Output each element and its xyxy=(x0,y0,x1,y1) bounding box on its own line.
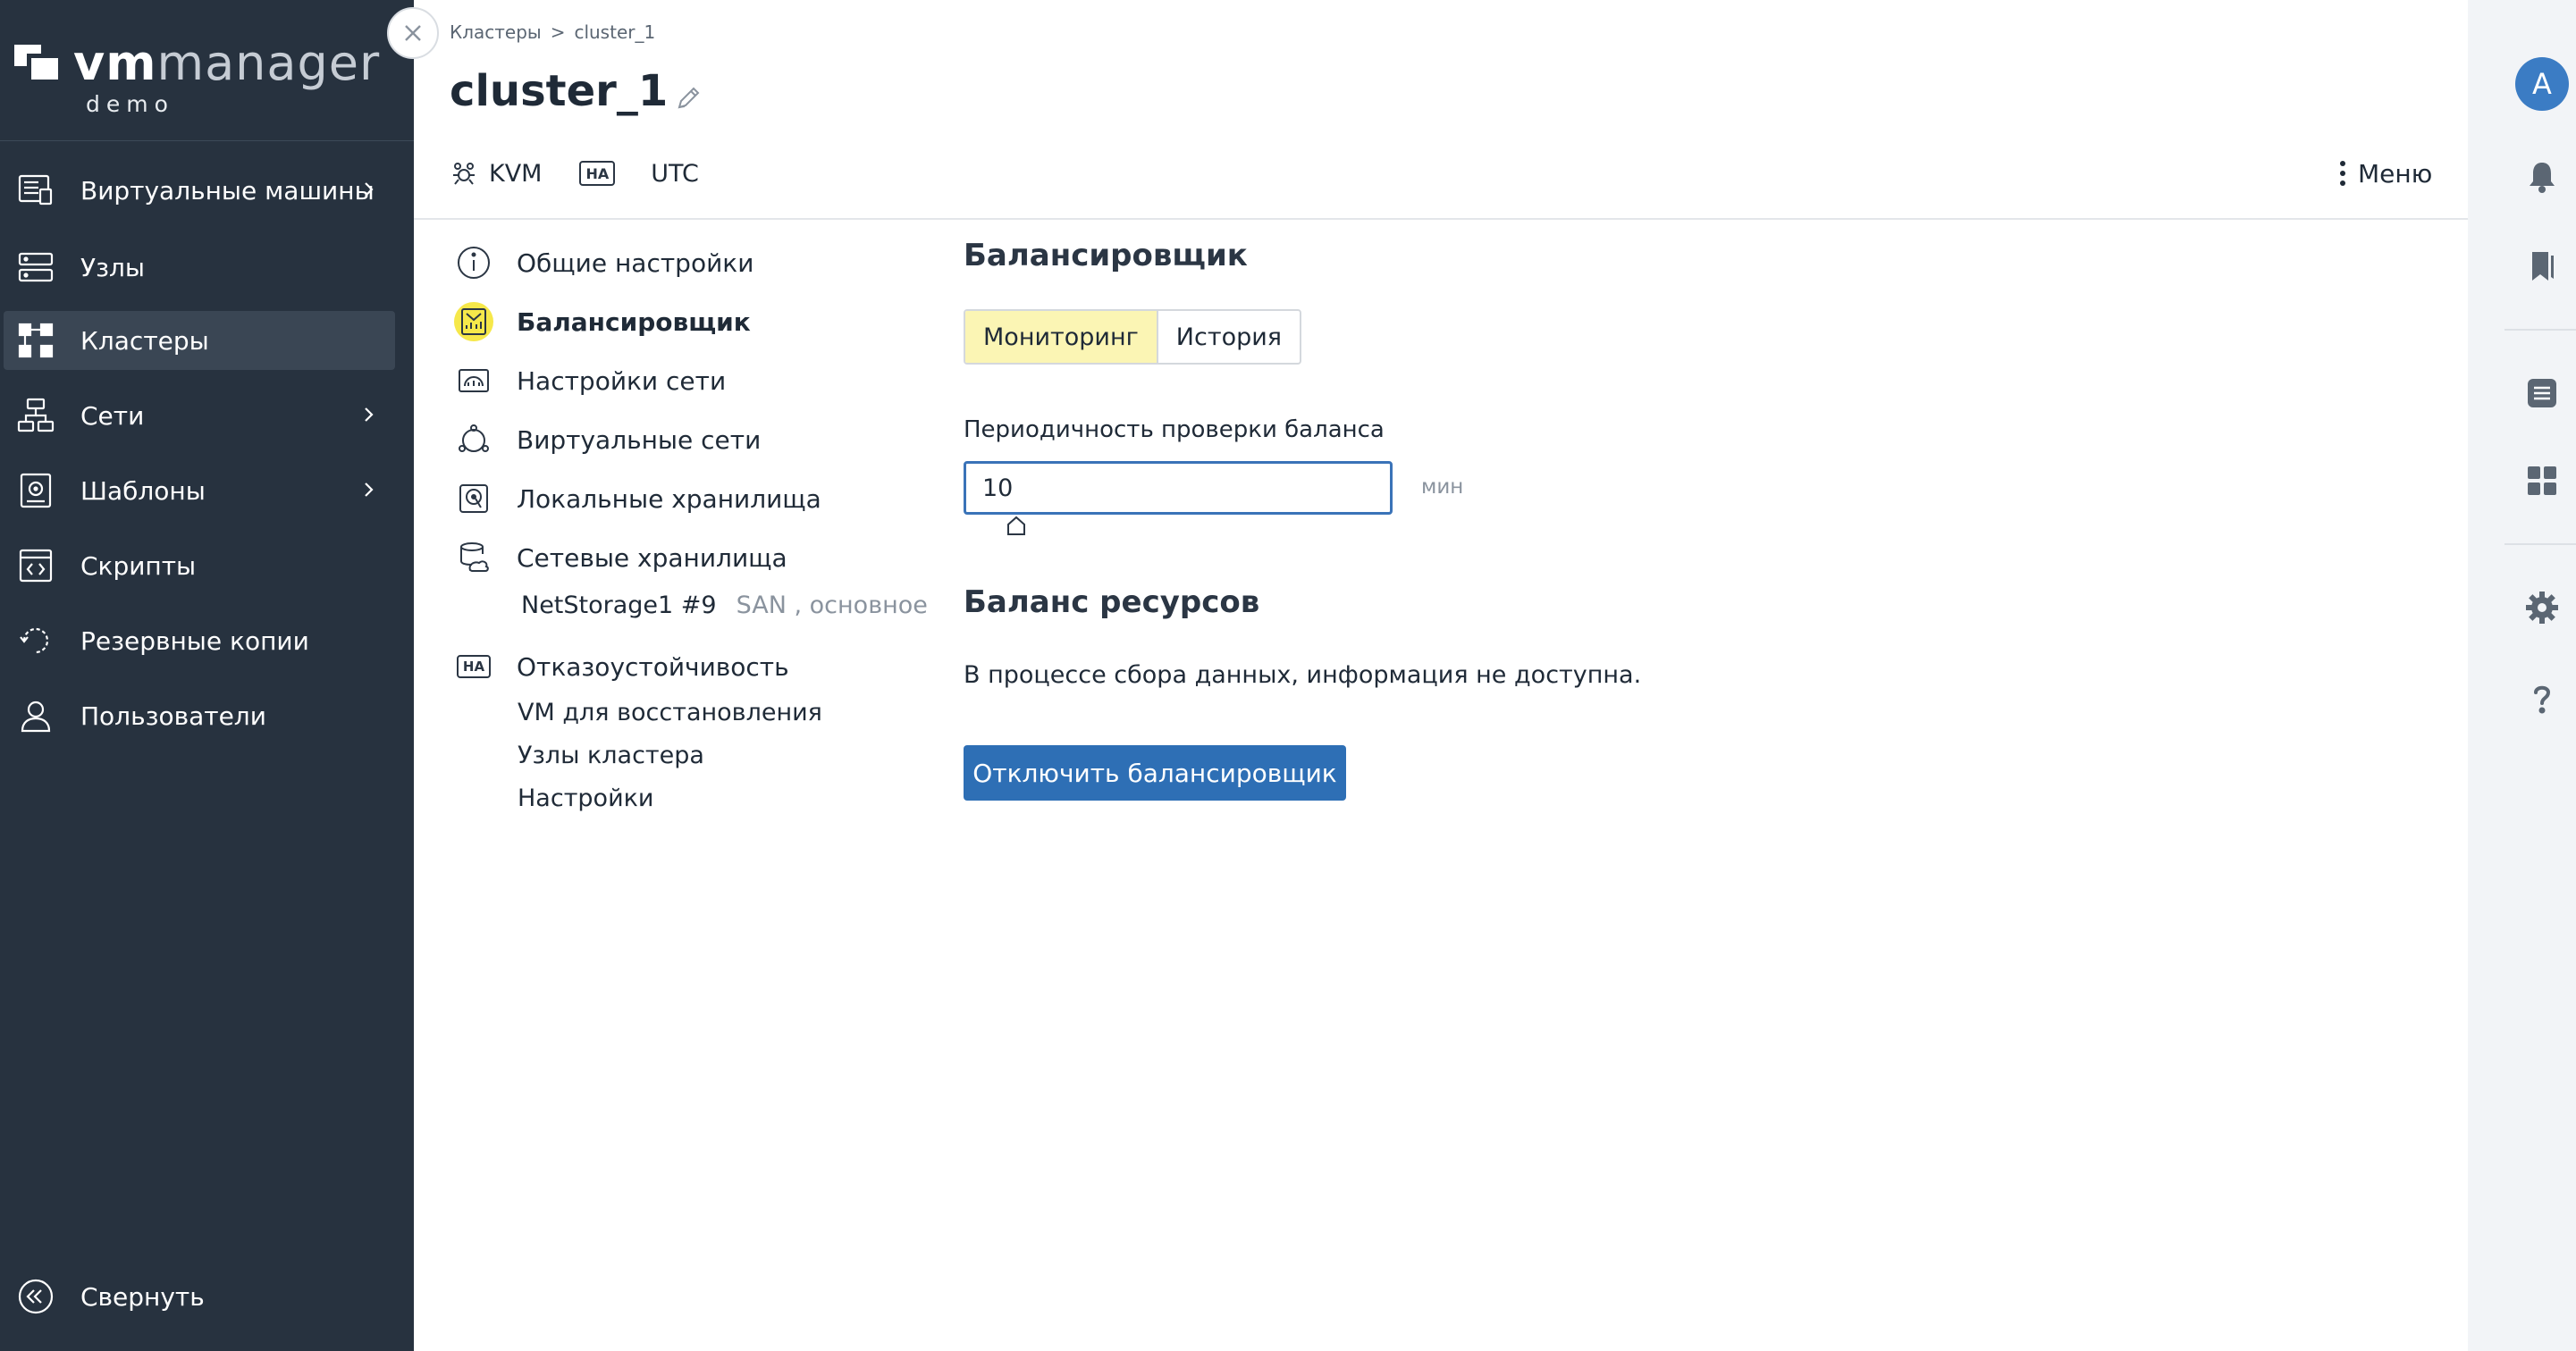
close-panel-button[interactable] xyxy=(387,7,439,59)
sidebar-item-networks[interactable]: Сети xyxy=(4,386,395,445)
rail-divider xyxy=(2504,329,2576,331)
right-rail xyxy=(2468,0,2576,1351)
users-icon xyxy=(16,696,55,735)
sidebar-collapse-button[interactable]: Свернуть xyxy=(4,1267,395,1326)
cluster-meta: KVM HA UTC xyxy=(450,154,699,193)
sidebar-item-users[interactable]: Пользователи xyxy=(4,686,395,745)
storage-name: NetStorage1 #9 xyxy=(521,592,717,619)
rail-divider xyxy=(2504,543,2576,545)
backups-icon xyxy=(16,621,55,660)
user-avatar[interactable]: A xyxy=(2515,57,2569,111)
network-settings-icon xyxy=(454,361,493,400)
sidebar-item-vms[interactable]: Виртуальные машины xyxy=(4,161,395,220)
header-divider xyxy=(414,218,2468,220)
sidebar-item-scripts[interactable]: Скрипты xyxy=(4,536,395,595)
period-field-label: Периодичность проверки баланса xyxy=(964,416,1385,443)
settings-nav-network-settings[interactable]: Настройки сети xyxy=(454,359,726,402)
breadcrumb-separator: > xyxy=(550,21,566,43)
settings-nav-balancer[interactable]: Балансировщик xyxy=(454,300,751,343)
nodes-icon xyxy=(16,248,55,287)
network-storage-item[interactable]: NetStorage1 #9 SAN , основное xyxy=(521,592,928,619)
storage-type: SAN , основное xyxy=(736,592,928,619)
scripts-icon xyxy=(16,546,55,585)
page-title: cluster_1 xyxy=(450,66,669,116)
virtualization-type: KVM xyxy=(489,159,543,188)
networks-icon xyxy=(16,396,55,435)
kvm-icon xyxy=(453,163,475,185)
balance-info-text: В процессе сбора данных, информация не д… xyxy=(964,661,1642,689)
settings-nav-local-storages[interactable]: Локальные хранилища xyxy=(454,477,821,520)
settings-nav-virtual-networks[interactable]: Виртуальные сети xyxy=(454,418,761,461)
close-icon xyxy=(405,25,421,41)
local-storage-icon xyxy=(454,479,493,518)
settings-nav-network-storages[interactable]: Сетевые хранилища xyxy=(454,536,787,579)
breadcrumb-current: cluster_1 xyxy=(574,21,656,43)
settings-nav-failover-nodes[interactable]: Узлы кластера xyxy=(518,742,704,769)
logo-text: vmmanager xyxy=(73,35,381,91)
breadcrumb-parent-link[interactable]: Кластеры xyxy=(450,21,542,43)
text-cursor-icon xyxy=(1007,516,1025,535)
network-storage-icon xyxy=(454,538,493,577)
dashboard-grid-icon[interactable] xyxy=(2522,461,2562,500)
sidebar-item-templates[interactable]: Шаблоны xyxy=(4,461,395,520)
more-vertical-icon xyxy=(2336,157,2349,189)
settings-gear-icon[interactable] xyxy=(2522,588,2562,627)
period-input[interactable] xyxy=(964,461,1393,515)
ha-icon: HA xyxy=(454,647,493,686)
templates-icon xyxy=(16,471,55,510)
menu-button[interactable]: Меню xyxy=(2336,154,2432,193)
tab-monitoring[interactable]: Мониторинг xyxy=(965,311,1158,363)
balancer-icon xyxy=(454,302,493,341)
disable-balancer-button[interactable]: Отключить балансировщик xyxy=(964,745,1346,801)
sidebar-item-clusters[interactable]: Кластеры xyxy=(4,311,395,370)
sidebar-item-backups[interactable]: Резервные копии xyxy=(4,611,395,670)
collapse-arrow-icon xyxy=(16,1277,55,1316)
vm-icon xyxy=(16,171,55,210)
balancer-section-title: Балансировщик xyxy=(964,238,1248,273)
settings-nav-general[interactable]: Общие настройки xyxy=(454,241,753,284)
logo-subtitle: demo xyxy=(86,91,174,117)
pencil-edit-icon[interactable] xyxy=(672,82,704,114)
tab-history[interactable]: История xyxy=(1158,311,1300,363)
breadcrumb: Кластеры > cluster_1 xyxy=(450,21,655,43)
sidebar: vmmanager demo Виртуальные машины Узлы К… xyxy=(0,0,414,1351)
virtual-network-icon xyxy=(454,420,493,459)
sidebar-divider xyxy=(0,140,414,141)
bookmarks-icon[interactable] xyxy=(2522,247,2562,286)
clusters-icon xyxy=(16,321,55,360)
settings-nav-failover-vms[interactable]: VM для восстановления xyxy=(518,699,822,726)
balancer-tabs: Мониторинг История xyxy=(964,309,1302,365)
task-list-icon[interactable] xyxy=(2522,373,2562,413)
settings-nav-failover-settings[interactable]: Настройки xyxy=(518,785,653,812)
sidebar-item-nodes[interactable]: Узлы xyxy=(4,238,395,297)
ha-badge: HA xyxy=(579,161,616,186)
chevron-right-icon xyxy=(365,482,374,497)
app-logo[interactable]: vmmanager demo xyxy=(14,32,408,122)
help-question-icon[interactable] xyxy=(2522,679,2562,718)
notifications-bell-icon[interactable] xyxy=(2522,157,2562,197)
resource-balance-title: Баланс ресурсов xyxy=(964,584,1260,620)
chevron-right-icon xyxy=(365,407,374,422)
logo-mark-icon xyxy=(14,45,64,86)
settings-nav-failover[interactable]: HA Отказоустойчивость xyxy=(454,645,789,688)
period-unit: мин xyxy=(1421,475,1464,499)
info-icon xyxy=(454,243,493,282)
chevron-right-icon xyxy=(365,182,374,197)
timezone-label: UTC xyxy=(651,159,699,188)
